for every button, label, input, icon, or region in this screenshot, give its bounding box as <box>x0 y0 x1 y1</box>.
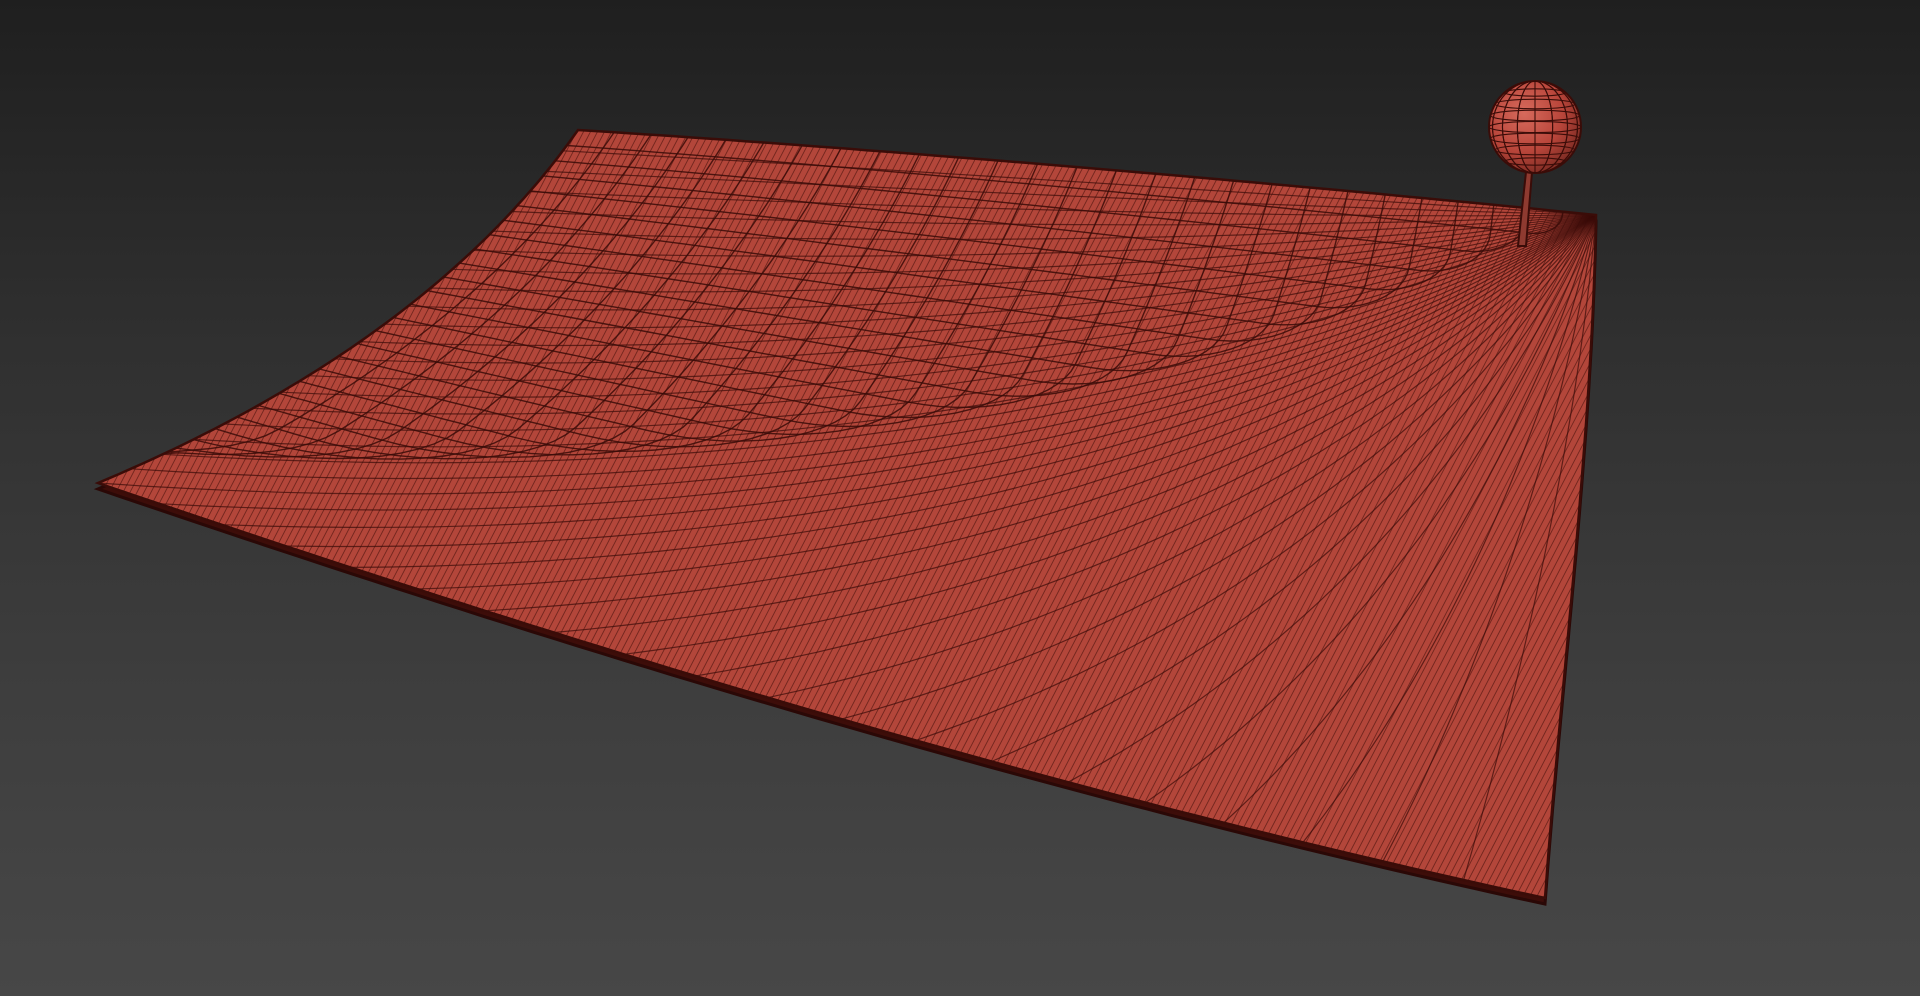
3d-viewport[interactable] <box>0 0 1920 996</box>
cloth-wire-line <box>1763 0 1920 996</box>
cloth-wire-line <box>1559 130 1596 898</box>
cloth-wire-line <box>1896 0 1920 996</box>
cloth-wire-line <box>1609 0 1920 996</box>
cloth-wire-line <box>1756 0 1920 996</box>
cloth-wire-line <box>1672 0 1920 996</box>
cloth-wire-line <box>1630 0 1920 996</box>
cloth-wire-line <box>1531 130 1596 898</box>
cloth-wire-line <box>1903 0 1920 996</box>
cloth-wire-line <box>1552 130 1596 898</box>
cloth-wire-line <box>1875 0 1920 996</box>
cloth-wire-line <box>1721 0 1920 996</box>
cloth-wire-line <box>1700 0 1920 996</box>
cloth-wire-line <box>1573 130 1596 898</box>
cloth-wire-line <box>1889 0 1920 996</box>
cloth-wire-line <box>1545 130 1596 898</box>
cloth-wire-line <box>1749 0 1920 996</box>
cloth-wire-line <box>1826 0 1920 996</box>
cloth-wire-line <box>0 0 71 996</box>
cloth-wire-line <box>1812 0 1920 996</box>
cloth-wire-line <box>98 130 114 898</box>
cloth-wire-line <box>1784 0 1920 996</box>
cloth-wire-line <box>0 0 78 996</box>
viewport-scene[interactable] <box>0 0 1920 996</box>
cloth-wire-line <box>98 130 128 898</box>
cloth-wire-line <box>1707 0 1920 996</box>
cloth-wire-line <box>1854 0 1920 996</box>
cloth-wire-line <box>1910 0 1920 996</box>
cloth-wire-line <box>1735 0 1920 996</box>
cloth-wire-line <box>0 0 50 996</box>
cloth-wireframe <box>0 0 1920 996</box>
cloth-wire-line <box>1580 130 1596 898</box>
cloth-wire-line <box>0 0 92 996</box>
cloth-wire-line <box>98 130 135 898</box>
cloth-plane[interactable] <box>0 0 1920 996</box>
cloth-wire-line <box>1882 0 1920 996</box>
cloth-wire-line <box>1623 0 1920 996</box>
cloth-wire-line <box>1616 0 1920 996</box>
cloth-wire-line <box>0 0 36 996</box>
cloth-wire-line <box>1833 0 1920 996</box>
cloth-wire-line <box>1524 130 1596 898</box>
cloth-wire-line <box>1805 0 1920 996</box>
cloth-wire-line <box>1791 0 1920 996</box>
cloth-wire-line <box>98 130 121 898</box>
cloth-wire-line <box>1728 0 1920 996</box>
cloth-wire-line <box>1644 0 1920 996</box>
cloth-wire-line <box>0 0 8 996</box>
cloth-wire-line <box>1686 0 1920 996</box>
cloth-wire-line <box>1819 0 1920 996</box>
cloth-wire-line <box>0 0 64 996</box>
cloth-wire-line <box>0 0 1 996</box>
cloth-wire-line <box>1742 0 1920 996</box>
cloth-wire-line <box>1714 0 1920 996</box>
cloth-wire-line <box>1777 0 1920 996</box>
cloth-wire-line <box>98 130 107 898</box>
cloth-wire-line <box>1861 0 1920 996</box>
cloth-wire-hatch <box>0 0 1920 996</box>
cloth-wire-line <box>1651 0 1920 996</box>
cloth-wire-line <box>1665 0 1920 996</box>
cloth-wire-line <box>1594 130 1596 898</box>
cloth-wire-line <box>0 0 22 996</box>
cloth-wire-line <box>98 130 100 898</box>
cloth-wire-line <box>1679 0 1920 996</box>
cloth-wire-line <box>0 0 57 996</box>
cloth-wire-line <box>1840 0 1920 996</box>
cloth-wire-line <box>1538 130 1596 898</box>
cloth-wire-line <box>1566 130 1596 898</box>
cloth-wire-line <box>0 0 15 996</box>
cloth-wire-line <box>1798 0 1920 996</box>
cloth-wire-line <box>1693 0 1920 996</box>
cloth-wire-line <box>0 0 43 996</box>
cloth-wire-line <box>1602 0 1920 996</box>
cloth-wire-line <box>0 0 85 996</box>
cloth-wire-line <box>1770 0 1920 996</box>
cloth-wire-line <box>0 0 29 996</box>
cloth-wire-line <box>1658 0 1920 996</box>
cloth-wire-line <box>1637 0 1920 996</box>
cloth-wire-line <box>1868 0 1920 996</box>
cloth-wire-line <box>1587 130 1596 898</box>
cloth-wire-line <box>1847 0 1920 996</box>
